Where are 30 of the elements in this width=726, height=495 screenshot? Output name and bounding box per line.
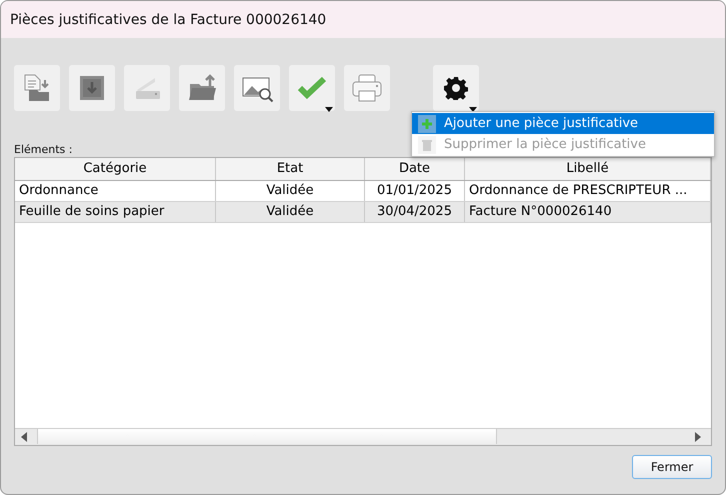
window-title: Pièces justificatives de la Facture 000026140 (10, 12, 326, 28)
print-tool-button[interactable] (344, 65, 390, 111)
download-tool-button[interactable] (69, 65, 115, 111)
horizontal-scrollbar[interactable] (15, 428, 711, 445)
plus-icon (418, 114, 436, 132)
table-cell: Feuille de soins papier (15, 202, 216, 222)
column-header[interactable]: Libellé (465, 158, 711, 180)
settings-icon (444, 76, 468, 100)
table-cell: Validée (216, 181, 365, 201)
caret-icon (325, 107, 333, 112)
menu-item[interactable]: Ajouter une pièce justificative (412, 113, 714, 134)
column-header[interactable]: Etat (216, 158, 365, 180)
list-label: Eléments : (14, 143, 72, 157)
table-cell: Validée (216, 202, 365, 222)
table-cell: 01/01/2025 (365, 181, 465, 201)
printer-icon (350, 72, 384, 104)
gear-tool-button[interactable] (433, 65, 479, 111)
column-header[interactable]: Catégorie (15, 158, 216, 180)
upload-tool-button[interactable] (179, 65, 225, 111)
table-cell: 30/04/2025 (365, 202, 465, 222)
table-cell: Ordonnance (15, 181, 216, 201)
trash-icon (418, 136, 436, 154)
table-cell: Ordonnance de PRESCRIPTEUR ... (465, 181, 711, 201)
image-tool-button[interactable] (234, 65, 280, 111)
table-cell: Facture N°000026140 (465, 202, 711, 222)
close-button[interactable]: Fermer (632, 455, 712, 479)
column-header[interactable]: Date (365, 158, 465, 180)
check-tool-button[interactable] (289, 65, 335, 111)
scrollbar-thumb[interactable] (37, 429, 497, 444)
import-tool-button[interactable] (14, 65, 60, 111)
